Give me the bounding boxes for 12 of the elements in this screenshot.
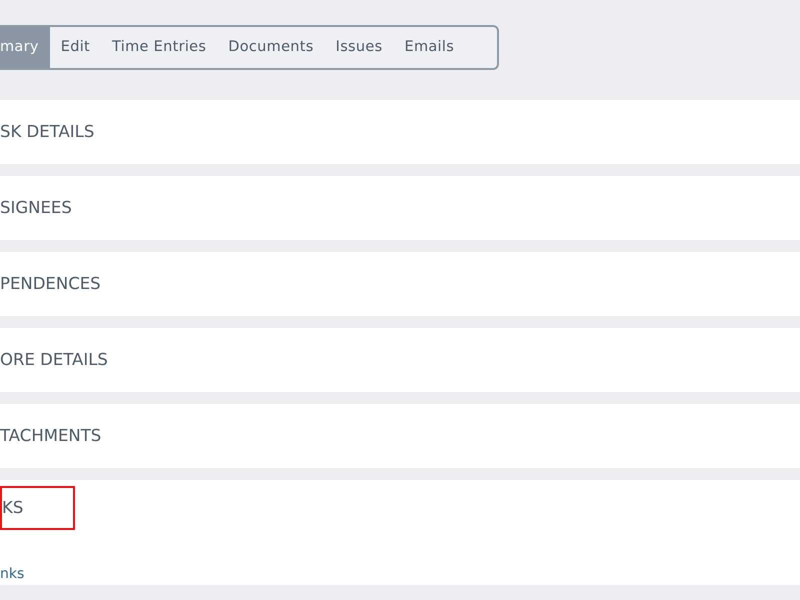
section-title[interactable]: TACHMENTS [0, 424, 800, 448]
section-title[interactable]: ORE DETAILS [0, 348, 800, 372]
section-title[interactable]: SK DETAILS [0, 120, 800, 144]
link[interactable]: nks [0, 564, 24, 585]
tab[interactable]: Emails [393, 27, 466, 68]
tab[interactable]: Edit [50, 27, 102, 68]
section-title[interactable]: PENDENCES [0, 272, 800, 296]
tab[interactable]: Time Entries [101, 27, 218, 68]
section-title[interactable]: KS [0, 486, 75, 530]
tab[interactable]: Issues [324, 27, 394, 68]
section-title[interactable]: SIGNEES [0, 196, 800, 220]
tab[interactable]: Documents [217, 27, 325, 68]
